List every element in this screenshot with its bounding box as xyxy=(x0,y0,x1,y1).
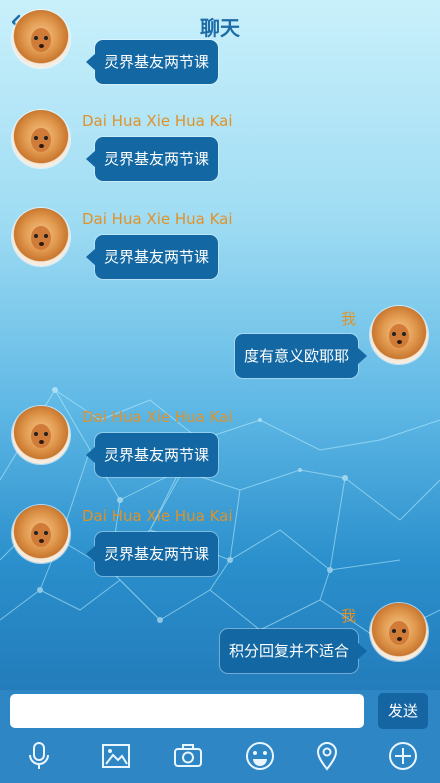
message-item: 我 度有意义欧耶耶 xyxy=(0,306,440,378)
avatar[interactable] xyxy=(370,306,428,364)
input-bar: 发送 xyxy=(0,690,440,783)
image-button[interactable] xyxy=(98,738,134,774)
sender-name: 我 xyxy=(341,607,357,625)
emoji-icon xyxy=(246,742,274,770)
location-icon xyxy=(316,742,338,771)
image-icon xyxy=(102,744,130,768)
send-button[interactable]: 发送 xyxy=(378,693,428,729)
microphone-button[interactable] xyxy=(21,738,57,774)
message-item: 灵界基友两节课 xyxy=(0,0,440,84)
message-item: 我 积分回复并不适合 xyxy=(0,603,440,673)
microphone-icon xyxy=(29,742,49,769)
avatar[interactable] xyxy=(12,505,70,563)
avatar[interactable] xyxy=(12,208,70,266)
message-bubble[interactable]: 灵界基友两节课 xyxy=(85,40,219,84)
emoji-button[interactable] xyxy=(242,738,278,774)
toolbar xyxy=(0,734,440,780)
message-bubble[interactable]: 灵界基友两节课 xyxy=(85,137,219,181)
message-bubble[interactable]: 度有意义欧耶耶 xyxy=(234,334,368,378)
message-item: Dai Hua Xie Hua Kai 灵界基友两节课 xyxy=(0,108,440,181)
message-input[interactable] xyxy=(10,694,364,728)
avatar[interactable] xyxy=(12,406,70,464)
camera-icon xyxy=(174,744,202,767)
sender-name: 我 xyxy=(341,310,357,328)
avatar[interactable] xyxy=(370,603,428,661)
message-item: Dai Hua Xie Hua Kai 灵界基友两节课 xyxy=(0,503,440,576)
plus-icon xyxy=(389,742,417,770)
sender-name: Dai Hua Xie Hua Kai xyxy=(82,408,233,426)
avatar[interactable] xyxy=(12,10,70,68)
message-bubble[interactable]: 积分回复并不适合 xyxy=(219,629,368,673)
message-bubble[interactable]: 灵界基友两节课 xyxy=(85,532,219,576)
message-bubble[interactable]: 灵界基友两节课 xyxy=(85,433,219,477)
avatar[interactable] xyxy=(12,110,70,168)
plus-button[interactable] xyxy=(385,738,421,774)
message-item: Dai Hua Xie Hua Kai 灵界基友两节课 xyxy=(0,404,440,477)
camera-button[interactable] xyxy=(170,738,206,774)
sender-name: Dai Hua Xie Hua Kai xyxy=(82,112,233,130)
message-item: Dai Hua Xie Hua Kai 灵界基友两节课 xyxy=(0,206,440,279)
message-bubble[interactable]: 灵界基友两节课 xyxy=(85,235,219,279)
sender-name: Dai Hua Xie Hua Kai xyxy=(82,507,233,525)
location-button[interactable] xyxy=(309,738,345,774)
sender-name: Dai Hua Xie Hua Kai xyxy=(82,210,233,228)
